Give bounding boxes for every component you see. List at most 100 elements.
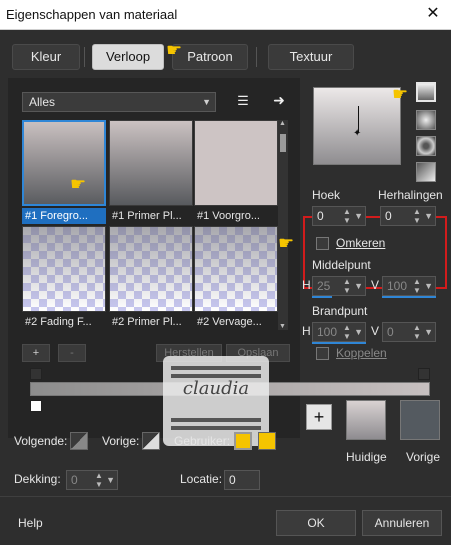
gradient-swatch [109, 226, 193, 312]
remove-stop-button[interactable]: - [58, 344, 86, 362]
focal-h-spinner[interactable]: 100 ▲ ▼ ▼ [312, 322, 366, 342]
help-link[interactable]: Help [18, 516, 43, 530]
gradient-item[interactable]: #2 Primer Pl... [109, 226, 193, 332]
focal-label: Brandpunt [312, 304, 368, 318]
arrow-right-icon[interactable]: ➜ [270, 91, 288, 109]
gradient-item[interactable]: #1 Primer Pl... [109, 120, 193, 226]
center-v-value: 100 [387, 279, 408, 293]
cancel-button[interactable]: Annuleren [362, 510, 442, 536]
opacity-stop-left[interactable] [30, 368, 42, 380]
opacity-value: 0 [71, 473, 78, 487]
add-swatch-button[interactable]: + [306, 404, 332, 430]
list-view-icon[interactable]: ☰ [234, 92, 252, 110]
opacity-spinner[interactable]: 0 ▲ ▼ ▼ [66, 470, 118, 490]
ok-button[interactable]: OK [276, 510, 356, 536]
gradient-item[interactable]: #2 Vervage... [194, 226, 278, 332]
add-stop-button[interactable]: + [22, 344, 50, 362]
color-stop-left[interactable] [30, 400, 42, 412]
spin-arrows-icon[interactable]: ▲ ▼ [413, 207, 421, 225]
angle-value: 0 [317, 209, 324, 223]
chevron-down-icon[interactable]: ▼ [424, 277, 433, 295]
chevron-down-icon[interactable]: ▼ [424, 323, 433, 341]
chevron-down-icon[interactable]: ▼ [106, 471, 115, 489]
gradient-item[interactable]: #2 Fading F... [22, 226, 106, 332]
hand-pointer-icon: ☛ [278, 233, 295, 253]
focal-h-value: 100 [317, 325, 338, 339]
fade-overlay [110, 227, 192, 311]
previous-stop-swatch[interactable] [142, 432, 160, 450]
rectangular-style-button[interactable] [416, 110, 436, 130]
repeats-value: 0 [385, 209, 392, 223]
location-field[interactable]: 0 [224, 470, 260, 490]
radial-style-button[interactable] [416, 162, 436, 182]
center-h-label: H [302, 278, 311, 292]
gradient-label: #1 Primer Pl... [112, 210, 182, 222]
gradient-label: #2 Primer Pl... [112, 316, 182, 328]
focal-h-indicator [312, 342, 366, 344]
focal-h-label: H [302, 324, 311, 338]
watermark-stripe [171, 426, 261, 430]
previous-label: Vorige: [102, 434, 140, 448]
scroll-thumb[interactable] [280, 134, 286, 152]
window-title: Eigenschappen van materiaal [6, 7, 178, 22]
chevron-down-icon: ▼ [202, 97, 211, 107]
next-stop-swatch[interactable] [70, 432, 88, 450]
category-dropdown[interactable]: Alles ▼ [22, 92, 216, 112]
grid-scrollbar[interactable]: ▲ ▼ [278, 120, 288, 330]
location-label: Locatie: [180, 472, 223, 486]
spin-arrows-icon[interactable]: ▲ ▼ [413, 277, 421, 295]
close-icon[interactable]: ✕ [423, 4, 443, 24]
user-label: Gebruiker: [174, 434, 231, 448]
gradient-swatch [194, 120, 278, 206]
watermark-stripe [171, 366, 261, 370]
gradient-item[interactable]: #1 Foregro... [22, 120, 106, 226]
link-checkbox[interactable] [316, 347, 329, 360]
title-bar: Eigenschappen van materiaal ✕ [0, 0, 451, 30]
user-color-swatch-2[interactable] [258, 432, 276, 450]
focal-v-spinner[interactable]: 0 ▲ ▼ ▼ [382, 322, 436, 342]
chevron-down-icon[interactable]: ▼ [354, 277, 363, 295]
center-h-spinner[interactable]: 25 ▲ ▼ ▼ [312, 276, 366, 296]
next-label: Volgende: [14, 434, 68, 448]
opacity-stop-right[interactable] [418, 368, 430, 380]
watermark-stripe [171, 418, 261, 422]
tab-patroon[interactable]: Patroon [172, 44, 248, 70]
spin-arrows-icon[interactable]: ▲ ▼ [413, 323, 421, 341]
gradient-item[interactable]: #1 Voorgro... [194, 120, 278, 226]
linear-style-button[interactable] [416, 82, 436, 102]
current-swatch[interactable] [346, 400, 386, 440]
invert-label[interactable]: Omkeren [336, 236, 385, 250]
chevron-down-icon[interactable]: ▼ [354, 207, 363, 225]
spin-arrows-icon[interactable]: ▲ ▼ [95, 471, 103, 489]
center-v-spinner[interactable]: 100 ▲ ▼ ▼ [382, 276, 436, 296]
angle-label: Hoek [312, 188, 341, 202]
center-v-label: V [371, 278, 380, 292]
fade-overlay [23, 227, 105, 311]
user-color-swatch-1[interactable] [234, 432, 252, 450]
focal-v-label: V [371, 324, 380, 338]
center-h-value: 25 [317, 279, 331, 293]
repeats-spinner[interactable]: 0 ▲ ▼ ▼ [380, 206, 436, 226]
angle-spinner[interactable]: 0 ▲ ▼ ▼ [312, 206, 366, 226]
scroll-up-icon[interactable]: ▲ [279, 120, 286, 127]
gradient-swatch [22, 226, 106, 312]
previous-swatch[interactable] [400, 400, 440, 440]
spin-arrows-icon[interactable]: ▲ ▼ [343, 277, 351, 295]
invert-checkbox[interactable] [316, 237, 329, 250]
gradient-swatch [109, 120, 193, 206]
tab-kleur[interactable]: Kleur [12, 44, 80, 70]
sunburst-style-button[interactable] [416, 136, 436, 156]
link-label[interactable]: Koppelen [336, 346, 387, 360]
gradient-preview[interactable]: ✦ [313, 87, 401, 165]
chevron-down-icon[interactable]: ▼ [354, 323, 363, 341]
scroll-down-icon[interactable]: ▼ [279, 323, 286, 330]
spin-arrows-icon[interactable]: ▲ ▼ [343, 207, 351, 225]
tab-textuur[interactable]: Textuur [268, 44, 354, 70]
location-value: 0 [229, 473, 236, 487]
tab-verloop[interactable]: Verloop [92, 44, 164, 70]
center-marker-icon: ✦ [353, 128, 362, 139]
material-properties-dialog: Kleur Verloop Patroon Textuur ☛ Alles ▼ … [0, 30, 451, 545]
current-label: Huidige [346, 450, 387, 464]
spin-arrows-icon[interactable]: ▲ ▼ [343, 323, 351, 341]
chevron-down-icon[interactable]: ▼ [424, 207, 433, 225]
